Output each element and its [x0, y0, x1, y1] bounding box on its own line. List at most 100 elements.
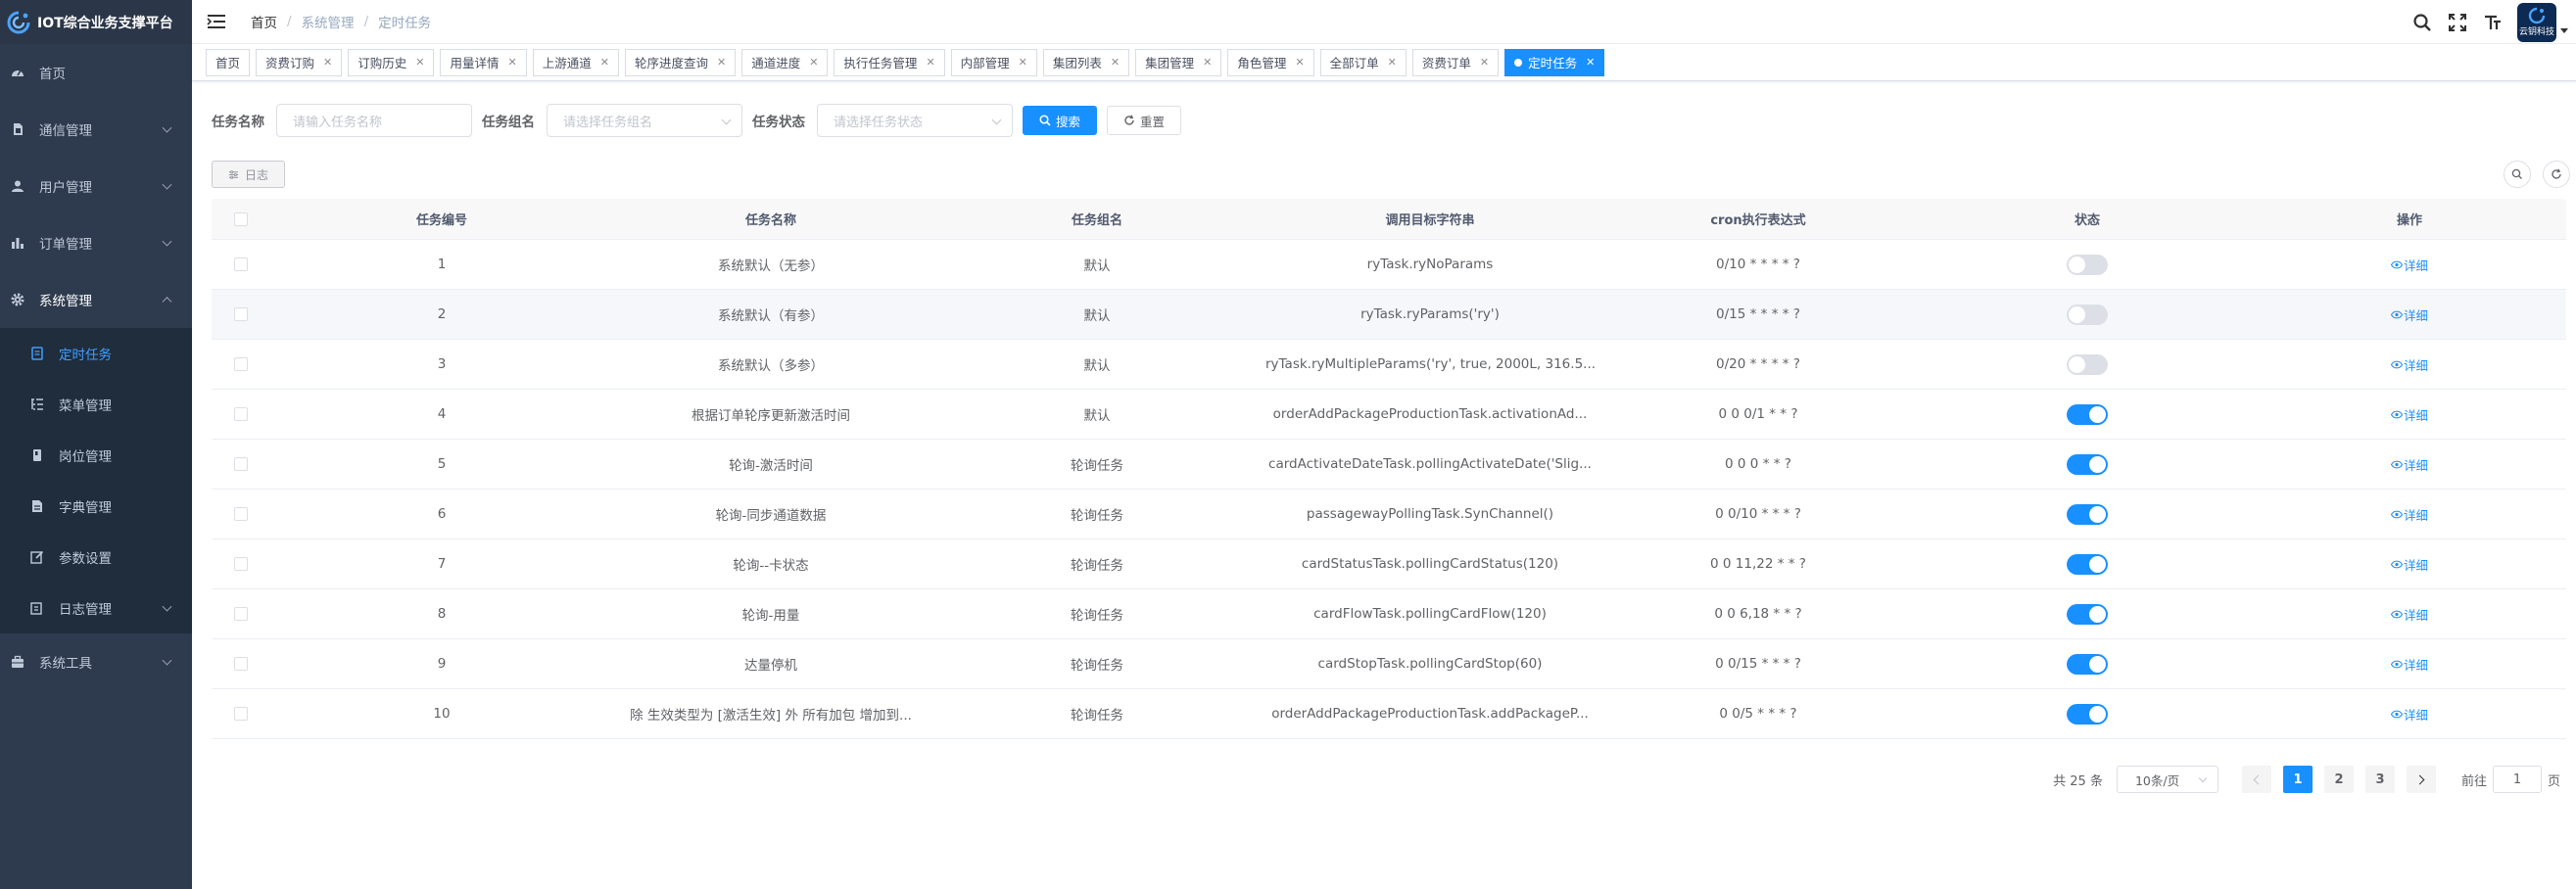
close-icon[interactable]: ✕ — [1111, 56, 1120, 69]
tag-item[interactable]: 执行任务管理 ✕ — [834, 48, 945, 76]
sidebar-item-system[interactable]: 系统管理 — [0, 271, 192, 328]
tag-active-scheduled-tasks[interactable]: 定时任务 ✕ — [1504, 48, 1605, 76]
search-icon[interactable] — [2411, 12, 2433, 33]
status-toggle[interactable] — [2067, 453, 2108, 475]
close-icon[interactable]: ✕ — [508, 56, 517, 69]
sidebar-item-post-management[interactable]: 岗位管理 — [0, 430, 192, 481]
sidebar-item-users[interactable]: 用户管理 — [0, 158, 192, 214]
row-checkbox[interactable] — [234, 307, 248, 321]
close-icon[interactable]: ✕ — [1586, 56, 1595, 69]
status-toggle[interactable] — [2067, 603, 2108, 625]
task-name-input[interactable]: 请输入任务名称 — [276, 104, 472, 137]
row-select-cell — [212, 707, 270, 721]
search-button[interactable]: 搜索 — [1023, 106, 1098, 135]
select-all-checkbox[interactable] — [234, 211, 248, 226]
fullscreen-icon[interactable] — [2447, 12, 2468, 33]
tag-item[interactable]: 资费订单 ✕ — [1411, 48, 1500, 76]
status-toggle[interactable] — [2067, 703, 2108, 725]
sidebar-item-log-management[interactable]: 日志管理 — [0, 583, 192, 633]
detail-link[interactable]: 详细 — [2390, 505, 2428, 524]
close-icon[interactable]: ✕ — [717, 56, 726, 69]
row-checkbox[interactable] — [234, 557, 248, 571]
row-checkbox[interactable] — [234, 407, 248, 421]
close-icon[interactable]: ✕ — [1019, 56, 1027, 69]
tag-item[interactable]: 内部管理 ✕ — [950, 48, 1037, 76]
close-icon[interactable]: ✕ — [415, 56, 424, 69]
row-checkbox[interactable] — [234, 707, 248, 721]
row-checkbox[interactable] — [234, 357, 248, 371]
detail-link[interactable]: 详细 — [2390, 655, 2428, 674]
status-toggle[interactable] — [2067, 553, 2108, 575]
task-id-cell: 6 — [437, 506, 447, 522]
sidebar-item-comm[interactable]: 通信管理 — [0, 101, 192, 158]
detail-link[interactable]: 详细 — [2390, 605, 2428, 624]
tag-item[interactable]: 通道进度 ✕ — [741, 48, 829, 76]
sidebar-item-system-tools[interactable]: 系统工具 — [0, 633, 192, 690]
toggle-search-button[interactable] — [2504, 161, 2531, 188]
detail-link[interactable]: 详细 — [2390, 705, 2428, 724]
close-icon[interactable]: ✕ — [1295, 56, 1304, 69]
breadcrumb-home[interactable]: 首页 — [251, 12, 277, 31]
detail-link[interactable]: 详细 — [2390, 455, 2428, 474]
tag-item[interactable]: 轮序进度查询 ✕ — [624, 48, 737, 76]
status-toggle[interactable] — [2067, 653, 2108, 675]
row-checkbox[interactable] — [234, 657, 248, 671]
page-size-select[interactable]: 10条/页 — [2116, 766, 2218, 793]
close-icon[interactable]: ✕ — [809, 56, 818, 69]
status-toggle[interactable] — [2067, 403, 2108, 425]
detail-link[interactable]: 详细 — [2390, 305, 2428, 324]
font-size-icon[interactable] — [2482, 12, 2504, 33]
detail-link[interactable]: 详细 — [2390, 355, 2428, 374]
sidebar-item-dict-management[interactable]: 字典管理 — [0, 481, 192, 532]
tag-item[interactable]: 订购历史 ✕ — [348, 48, 435, 76]
sidebar-item-menu-management[interactable]: 菜单管理 — [0, 379, 192, 430]
next-page-button[interactable] — [2406, 766, 2436, 793]
goto-page-input[interactable]: 1 — [2492, 766, 2542, 793]
page-number[interactable]: 2 — [2323, 766, 2354, 793]
sidebar-item-param-settings[interactable]: 参数设置 — [0, 532, 192, 583]
close-icon[interactable]: ✕ — [323, 56, 332, 69]
tag-item[interactable]: 全部订单 ✕ — [1319, 48, 1407, 76]
sidebar-item-orders[interactable]: 订单管理 — [0, 214, 192, 271]
row-checkbox[interactable] — [234, 457, 248, 471]
row-checkbox[interactable] — [234, 507, 248, 521]
row-checkbox[interactable] — [234, 257, 248, 271]
tag-item[interactable]: 角色管理 ✕ — [1227, 48, 1314, 76]
reset-button[interactable]: 重置 — [1107, 106, 1182, 135]
breadcrumb-system[interactable]: 系统管理 — [302, 12, 355, 31]
logo-bar[interactable]: IOT综合业务支撑平台 — [0, 0, 192, 44]
close-icon[interactable]: ✕ — [1388, 56, 1397, 69]
sim-card-icon — [10, 121, 25, 137]
tag-label: 集团管理 — [1145, 56, 1195, 70]
close-icon[interactable]: ✕ — [600, 56, 609, 69]
detail-link[interactable]: 详细 — [2390, 555, 2428, 574]
status-toggle[interactable] — [2067, 304, 2108, 325]
tag-item[interactable]: 用量详情 ✕ — [440, 48, 527, 76]
task-status-select[interactable]: 请选择任务状态 — [817, 104, 1013, 137]
page-number[interactable]: 3 — [2364, 766, 2395, 793]
close-icon[interactable]: ✕ — [1203, 56, 1212, 69]
caret-down-icon[interactable] — [2560, 28, 2568, 33]
prev-page-button[interactable] — [2241, 766, 2271, 793]
close-icon[interactable]: ✕ — [926, 56, 934, 69]
tag-item[interactable]: 资费订购 ✕ — [256, 48, 343, 76]
status-toggle[interactable] — [2067, 353, 2108, 375]
detail-link[interactable]: 详细 — [2390, 256, 2428, 274]
status-toggle[interactable] — [2067, 503, 2108, 525]
task-group-select[interactable]: 请选择任务组名 — [547, 104, 742, 137]
sidebar-item-scheduled-tasks[interactable]: 定时任务 — [0, 328, 192, 379]
log-button[interactable]: 日志 — [212, 161, 285, 188]
tag-item[interactable]: 集团管理 ✕ — [1135, 48, 1222, 76]
avatar[interactable]: 云钥科技 — [2517, 2, 2556, 42]
detail-link[interactable]: 详细 — [2390, 405, 2428, 424]
refresh-button[interactable] — [2543, 161, 2570, 188]
tag-home[interactable]: 首页 — [206, 48, 251, 76]
row-checkbox[interactable] — [234, 607, 248, 621]
status-toggle[interactable] — [2067, 254, 2108, 275]
tag-item[interactable]: 集团列表 ✕ — [1042, 48, 1130, 76]
close-icon[interactable]: ✕ — [1480, 56, 1489, 69]
page-number[interactable]: 1 — [2282, 766, 2313, 793]
tag-item[interactable]: 上游通道 ✕ — [532, 48, 619, 76]
hamburger-icon[interactable] — [206, 13, 227, 30]
sidebar-item-home[interactable]: 首页 — [0, 44, 192, 101]
